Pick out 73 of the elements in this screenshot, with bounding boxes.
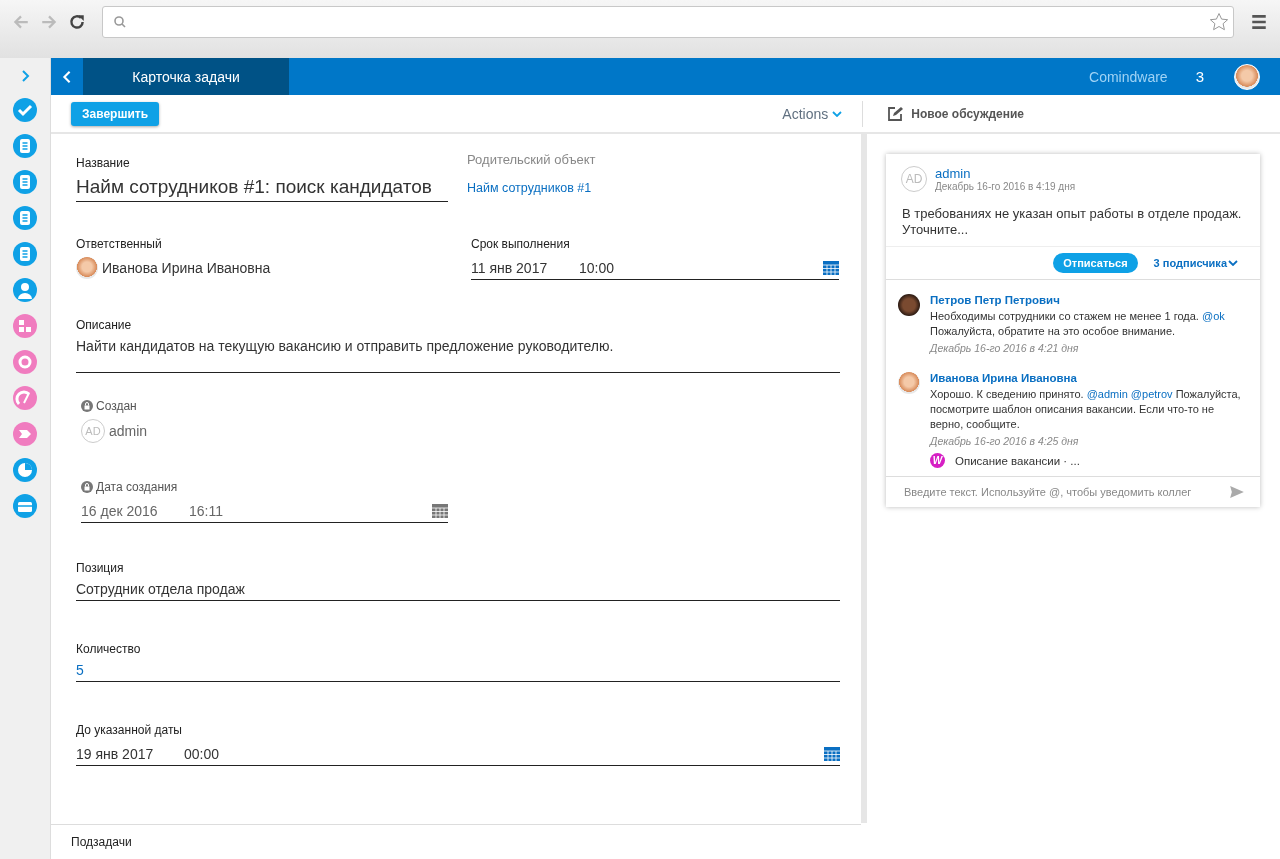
field-label: Название bbox=[76, 156, 131, 170]
field-label: До указанной даты bbox=[76, 723, 183, 737]
calendar-icon[interactable] bbox=[823, 261, 839, 275]
notification-count[interactable]: 3 bbox=[1195, 68, 1204, 85]
menu-icon[interactable] bbox=[1250, 13, 1268, 31]
new-discussion-button[interactable]: Новое обсуждение bbox=[881, 104, 1030, 123]
calendar-icon[interactable] bbox=[824, 747, 840, 761]
comment-date: Декабрь 16-го 2016 в 4:25 дня bbox=[930, 435, 1080, 447]
position-field[interactable]: Сотрудник отдела продаж bbox=[76, 581, 840, 601]
gear-icon[interactable] bbox=[13, 350, 37, 374]
field-label: Создан bbox=[81, 399, 841, 413]
brand-name: Comindware bbox=[1089, 68, 1168, 85]
mention-link[interactable]: @admin bbox=[1086, 388, 1128, 400]
author-name[interactable]: Петров Петр Петрович bbox=[930, 294, 1250, 306]
actions-dropdown[interactable]: Actions bbox=[776, 104, 849, 123]
comment-date: Декабрь 16-го 2016 в 4:21 дня bbox=[930, 342, 1080, 354]
user-avatar bbox=[76, 257, 98, 279]
diagram-icon[interactable] bbox=[13, 314, 37, 338]
document-icon[interactable] bbox=[13, 242, 37, 266]
description-field[interactable]: Найти кандидатов на текущую вакансию и отправить предложение руководителю. bbox=[76, 338, 840, 373]
caret-icon bbox=[1228, 260, 1238, 266]
author-name[interactable]: Иванова Ирина Ивановна bbox=[930, 372, 1250, 384]
pie-chart-icon[interactable] bbox=[13, 458, 37, 482]
comment-text: Хорошо. К сведению принято. @admin @petrov Пожалуйста, посмотрите шаблон описания вакансии. Если что-то не верно, сообщите. bbox=[930, 387, 1242, 432]
send-icon[interactable] bbox=[1230, 486, 1244, 498]
name-field[interactable]: Найм сотрудников #1: поиск кандидатов bbox=[76, 176, 448, 202]
search-icon bbox=[113, 15, 127, 29]
star-icon[interactable] bbox=[1209, 12, 1229, 32]
field-label: Позиция bbox=[76, 561, 125, 575]
unsubscribe-button[interactable]: Отписаться bbox=[1053, 253, 1138, 273]
field-label: Количество bbox=[76, 642, 142, 656]
back-arrow-icon[interactable] bbox=[12, 13, 30, 31]
field-label: Ответственный bbox=[76, 237, 163, 251]
until-date-field[interactable]: 19 янв 2017 00:00 bbox=[76, 743, 840, 766]
user-avatar[interactable] bbox=[1234, 63, 1260, 90]
field-label: Описание bbox=[76, 318, 133, 332]
post-date: Декабрь 16-го 2016 в 4:19 дня bbox=[935, 181, 1076, 192]
mention-link[interactable]: @petrov bbox=[1130, 388, 1173, 400]
expand-icon[interactable] bbox=[20, 70, 30, 82]
subtasks-section[interactable]: Подзадачи bbox=[51, 824, 861, 859]
user-avatar bbox=[898, 372, 920, 394]
comment-text: Необходимы сотрудники со стажем не менее 1 года. @ok Пожалуйста, обратите на это особое внимание. bbox=[930, 309, 1226, 339]
caret-icon bbox=[832, 110, 843, 117]
forward-arrow-icon[interactable] bbox=[40, 13, 58, 31]
mention-link[interactable]: @ok bbox=[1201, 310, 1225, 322]
complete-button[interactable]: Завершить bbox=[71, 101, 160, 126]
address-bar[interactable] bbox=[102, 6, 1234, 38]
assignee-name: Иванова Ирина Ивановна bbox=[102, 260, 271, 276]
person-icon[interactable] bbox=[13, 278, 37, 302]
discussion-text: В требованиях не указан опыт работы в отделе продаж. Уточните... bbox=[902, 206, 1243, 238]
author-name[interactable]: admin bbox=[935, 166, 1076, 181]
calendar-icon bbox=[432, 504, 448, 518]
creator-name: admin bbox=[109, 423, 148, 439]
document-icon: W bbox=[930, 453, 945, 468]
quantity-field[interactable]: 5 bbox=[76, 662, 840, 682]
gauge-icon[interactable] bbox=[13, 386, 37, 410]
parent-link[interactable]: Найм сотрудников #1 bbox=[467, 181, 592, 195]
field-label: Родительский объект bbox=[467, 152, 596, 167]
due-date-field[interactable]: 11 янв 2017 10:00 bbox=[471, 257, 839, 280]
edit-icon bbox=[887, 105, 904, 122]
page-title: Карточка задачи bbox=[83, 58, 289, 95]
reload-icon[interactable] bbox=[68, 13, 86, 31]
subscribers-dropdown[interactable]: 3 подписчика bbox=[1153, 257, 1238, 269]
attachment-link[interactable]: Описание вакансии · ... bbox=[955, 454, 1080, 467]
document-icon[interactable] bbox=[13, 170, 37, 194]
field-label: Срок выполнения bbox=[471, 237, 571, 251]
user-avatar bbox=[898, 294, 920, 316]
check-icon[interactable] bbox=[13, 98, 37, 122]
creation-date-field: 16 дек 2016 16:11 bbox=[81, 500, 448, 523]
document-icon[interactable] bbox=[13, 206, 37, 230]
document-icon[interactable] bbox=[13, 134, 37, 158]
briefcase-icon[interactable] bbox=[13, 494, 37, 518]
field-label: Дата создания bbox=[81, 480, 448, 494]
